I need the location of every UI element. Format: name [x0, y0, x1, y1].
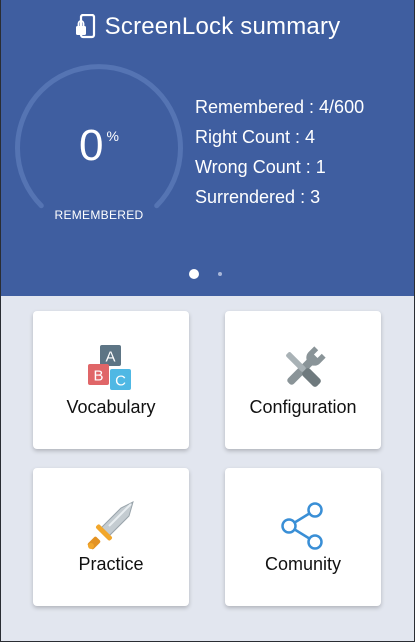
summary-header: ScreenLock summary 0% REMEMBERED Remembe… [1, 0, 414, 296]
comunity-label: Comunity [264, 554, 342, 574]
page-indicator [1, 268, 414, 280]
svg-text:A: A [105, 349, 115, 366]
practice-card[interactable]: Practice [33, 468, 189, 606]
stat-remembered: Remembered : 4/600 [195, 97, 365, 117]
phone-lock-icon [75, 13, 97, 40]
gauge-percent-value: 0 [79, 121, 104, 170]
svg-text:B: B [93, 368, 103, 385]
gauge-percent-unit: % [106, 128, 119, 144]
stat-right-count: Right Count : 4 [195, 127, 316, 147]
remembered-gauge: 0% REMEMBERED [13, 62, 185, 234]
comunity-card[interactable]: Comunity [225, 468, 381, 606]
stat-wrong-count: Wrong Count : 1 [195, 157, 326, 177]
vocabulary-card[interactable]: A B C Vocabulary [33, 311, 189, 449]
abc-blocks-icon: A B C [85, 343, 137, 395]
share-icon [277, 500, 329, 552]
configuration-card[interactable]: Configuration [225, 311, 381, 449]
sword-icon [85, 500, 137, 552]
title-bar: ScreenLock summary [1, 10, 414, 44]
vocabulary-label: Vocabulary [66, 397, 156, 417]
stats-list: Remembered : 4/600 Right Count : 4 Wrong… [195, 92, 364, 212]
gauge-value: 0% [13, 122, 185, 170]
app-screen: ScreenLock summary 0% REMEMBERED Remembe… [0, 0, 415, 642]
page-title: ScreenLock summary [104, 13, 341, 40]
stat-surrendered: Surrendered : 3 [195, 187, 321, 207]
configuration-label: Configuration [249, 397, 357, 417]
wrench-screwdriver-icon [277, 343, 329, 395]
svg-text:C: C [115, 373, 126, 390]
practice-label: Practice [78, 554, 144, 574]
gauge-label: REMEMBERED [54, 208, 144, 222]
page-dot-2[interactable] [218, 272, 222, 276]
page-dot-1[interactable] [189, 269, 199, 279]
